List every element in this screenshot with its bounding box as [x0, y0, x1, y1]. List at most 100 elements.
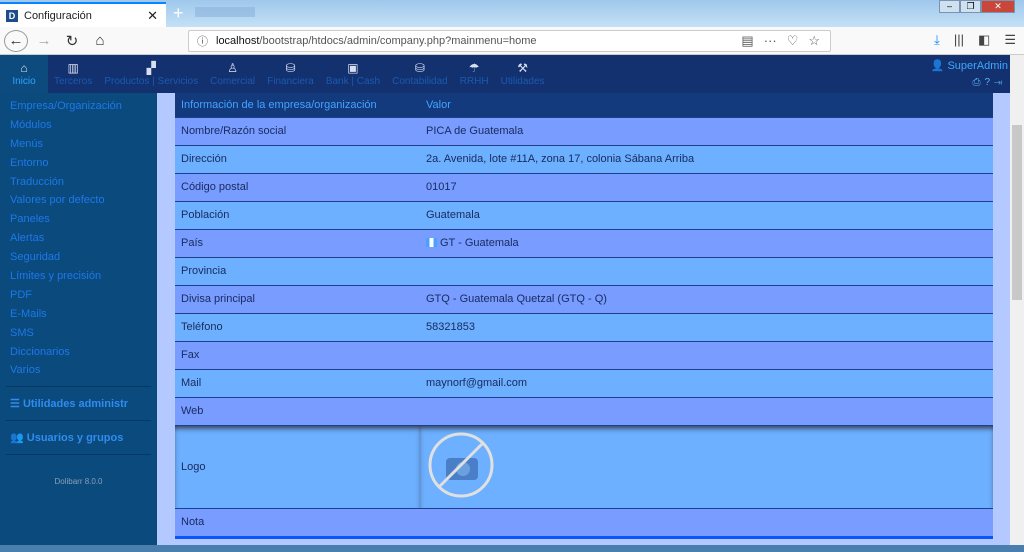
browser-tab-active[interactable]: D Configuración ✕ [0, 2, 166, 27]
tie-icon: ♙ [227, 61, 238, 75]
sidebar-link[interactable]: Traducción [0, 173, 157, 192]
company-info-table: Información de la empresa/organización Va… [175, 93, 993, 536]
topmenu-label: Inicio [12, 76, 36, 87]
field-label: Código postal [175, 172, 420, 201]
sidebar-link[interactable]: Diccionarios [0, 343, 157, 362]
table-row: Dirección 2a. Avenida, lote #11A, zona 17… [175, 144, 993, 173]
sidebar-link[interactable]: Alertas [0, 229, 157, 248]
sidebar-icon[interactable]: ◧ [978, 32, 990, 48]
minimize-button[interactable]: – [939, 0, 960, 13]
background-tab[interactable] [195, 7, 255, 17]
topmenu-item-comercial[interactable]: ♙ Comercial [204, 55, 261, 93]
sidebar-link[interactable]: Valores por defecto [0, 191, 157, 210]
hamburger-menu-icon[interactable]: ☰ [1004, 32, 1016, 48]
info-icon[interactable]: ⓘ [197, 33, 208, 49]
topmenu-item-financiera[interactable]: ⛁ Financiera [261, 55, 320, 93]
library-icon[interactable]: ||| [954, 32, 964, 48]
topmenu-item-bank-cash[interactable]: ▣ Bank | Cash [320, 55, 386, 93]
field-value-cell: 58321853 [420, 312, 993, 341]
users-icon: 👥 [10, 432, 24, 445]
sidebar-section-admin-tools[interactable]: ☰ Utilidades administr [0, 393, 157, 414]
field-value: Guatemala [426, 209, 480, 221]
more-icon[interactable]: ··· [764, 33, 777, 49]
bookmark-star-icon[interactable]: ☆ [808, 33, 820, 49]
topmenu-item-terceros[interactable]: ▥ Terceros [48, 55, 98, 93]
field-value-cell [420, 396, 993, 425]
browser-tabbar: D Configuración ✕ + – ❐ ✕ [0, 0, 1024, 27]
pocket-icon[interactable]: ♡ [787, 33, 799, 49]
field-label: Mail [175, 368, 420, 397]
url-bar[interactable]: ⓘ localhost/bootstrap/htdocs/admin/compan… [188, 30, 831, 52]
topmenu-label: Utilidades [500, 76, 545, 87]
tools-icon: ⚒ [517, 61, 528, 75]
company-info-panel: Información de la empresa/organización Va… [175, 93, 993, 539]
home-button[interactable]: ⌂ [88, 32, 112, 49]
url-host: localhost [216, 35, 260, 47]
field-value: 01017 [426, 181, 457, 193]
field-value-cell: 2a. Avenida, lote #11A, zona 17, colonia… [420, 144, 993, 173]
sidebar-link[interactable]: PDF [0, 286, 157, 305]
field-label: Logo [175, 424, 420, 508]
help-icon[interactable]: ? [984, 77, 994, 88]
field-label: Dirección [175, 144, 420, 173]
table-row: Divisa principal GTQ - Guatemala Quetzal … [175, 284, 993, 313]
topmenu-label: Comercial [210, 76, 256, 87]
table-row: Logo [175, 424, 993, 508]
close-tab-icon[interactable]: ✕ [147, 8, 158, 24]
sidebar-link[interactable]: Varios [0, 361, 157, 380]
user-link[interactable]: 👤 SuperAdmin [931, 59, 1008, 72]
cubes-icon: ▞ [146, 61, 156, 75]
left-sidebar: Empresa/Organización Módulos Menús Entorno T… [0, 93, 157, 545]
sidebar-section-users-groups[interactable]: 👥 Usuarios y grupos [0, 427, 157, 448]
sidebar-link[interactable]: E-Mails [0, 305, 157, 324]
divider [6, 386, 151, 388]
sidebar-link[interactable]: Paneles [0, 210, 157, 229]
column-header-value: Valor [420, 93, 993, 117]
back-button[interactable]: ← [4, 29, 28, 52]
table-row: País GT - Guatemala [175, 228, 993, 257]
window-close-button[interactable]: ✕ [981, 0, 1015, 13]
field-label: Teléfono [175, 312, 420, 341]
reload-button[interactable]: ↻ [60, 32, 84, 50]
coins-icon: ⛁ [285, 61, 296, 75]
table-row: Fax [175, 340, 993, 369]
user-icon: 👤 [930, 60, 945, 72]
url-path: /bootstrap/htdocs/admin/company.php?main… [259, 35, 537, 47]
print-icon[interactable]: ⎙ [972, 77, 984, 88]
field-value-cell: GT - Guatemala [420, 228, 993, 257]
topmenu-item-inicio[interactable]: ⌂ Inicio [0, 55, 48, 93]
divider [6, 420, 151, 422]
home-icon: ⌂ [20, 61, 28, 75]
topmenu-item-productos-servicios[interactable]: ▞ Productos | Servicios [98, 55, 204, 93]
field-label: Provincia [175, 256, 420, 285]
restore-button[interactable]: ❐ [960, 0, 981, 13]
sidebar-link[interactable]: Entorno [0, 154, 157, 173]
sidebar-link[interactable]: Seguridad [0, 248, 157, 267]
tab-title: Configuración [24, 9, 92, 22]
topmenu-label: Bank | Cash [325, 76, 381, 87]
no-image-icon [428, 432, 494, 498]
sidebar-link[interactable]: Módulos [0, 116, 157, 135]
sidebar-link[interactable]: Límites y precisión [0, 267, 157, 286]
download-icon[interactable]: ⤓ [934, 32, 940, 48]
topmenu-item-rrhh[interactable]: ☂ RRHH [454, 55, 495, 93]
field-value-cell [420, 256, 993, 285]
sidebar-link[interactable]: Empresa/Organización [0, 97, 157, 116]
forward-button[interactable]: → [32, 32, 56, 49]
field-value-cell: GTQ - Guatemala Quetzal (GTQ - Q) [420, 284, 993, 313]
field-label: País [175, 228, 420, 257]
new-tab-button[interactable]: + [173, 3, 184, 24]
guatemala-flag-icon [426, 238, 437, 247]
topmenu-item-utilidades[interactable]: ⚒ Utilidades [495, 55, 551, 93]
topmenu-item-contabilidad[interactable]: ⛁ Contabilidad [386, 55, 454, 93]
field-value-cell: 01017 [420, 172, 993, 201]
page-scrollbar[interactable] [1010, 55, 1024, 545]
logout-icon[interactable]: ⇥ [994, 77, 1006, 88]
windows-taskbar [0, 545, 1024, 552]
sidebar-link[interactable]: SMS [0, 324, 157, 343]
topmenu-label: Financiera [267, 76, 314, 87]
sidebar-link[interactable]: Menús [0, 135, 157, 154]
version-label: Dolibarr 8.0.0 [54, 477, 103, 487]
scrollbar-thumb[interactable] [1012, 125, 1022, 300]
reader-icon[interactable]: ▤ [741, 33, 753, 49]
